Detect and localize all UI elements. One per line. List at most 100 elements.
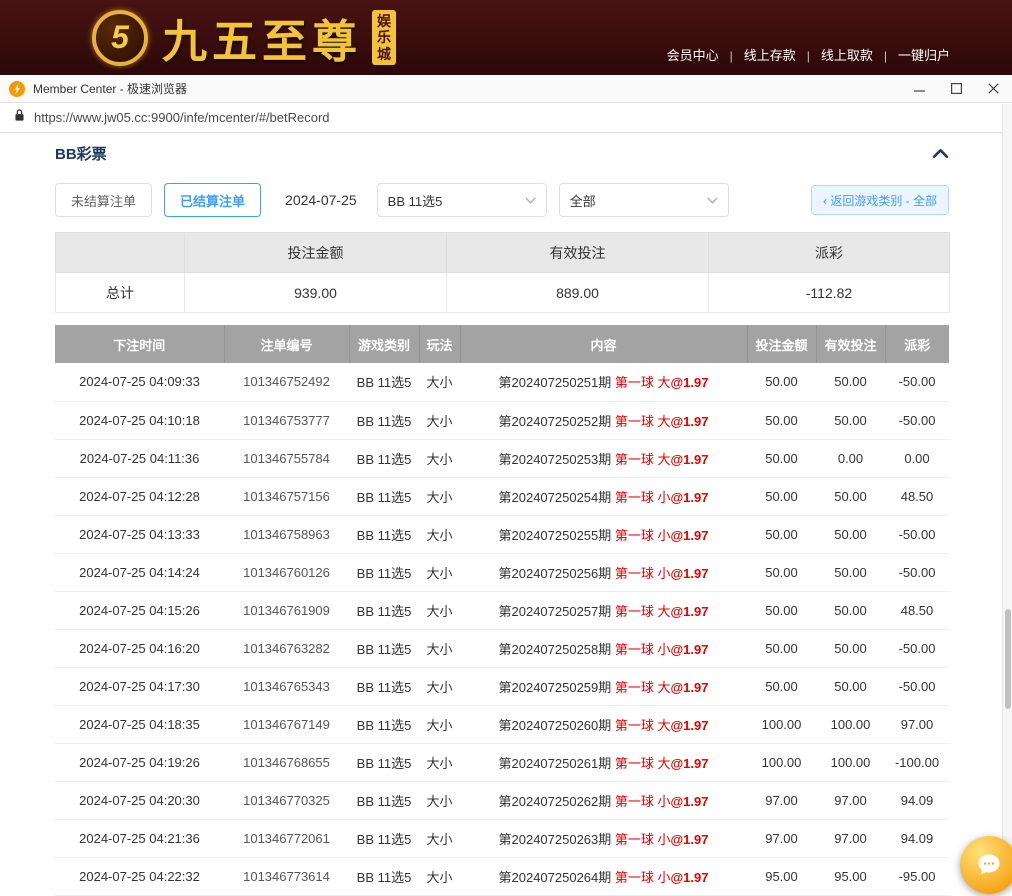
header-game-category: 游戏类别 bbox=[349, 325, 419, 363]
content-cell: 第202407250254期 第一球 小@1.97 bbox=[460, 477, 747, 515]
payout-cell: -50.00 bbox=[885, 667, 949, 705]
period-text: 第202407250262期 bbox=[499, 794, 615, 809]
pick-text: 第一球 大 bbox=[615, 414, 671, 429]
order-id-cell: 101346760126 bbox=[224, 553, 349, 591]
collapse-panel-button[interactable] bbox=[932, 148, 949, 159]
pick-text: 第一球 小 bbox=[615, 870, 671, 885]
window-title: Member Center - 极速浏览器 bbox=[33, 80, 187, 97]
settled-orders-button[interactable]: 已结算注单 bbox=[164, 183, 261, 217]
play-type-cell: 大小 bbox=[419, 819, 460, 857]
bet-amount-cell: 97.00 bbox=[747, 819, 816, 857]
bet-time-cell: 2024-07-25 04:12:28 bbox=[55, 477, 224, 515]
table-row: 2024-07-25 04:16:20101346763282BB 11选5大小… bbox=[55, 629, 949, 667]
scrollbar-thumb[interactable] bbox=[1005, 609, 1011, 709]
payout-cell: -100.00 bbox=[885, 743, 949, 781]
valid-bet-cell: 50.00 bbox=[816, 477, 885, 515]
play-type-cell: 大小 bbox=[419, 439, 460, 477]
pick-text: 第一球 大 bbox=[615, 756, 671, 771]
table-row: 2024-07-25 04:12:28101346757156BB 11选5大小… bbox=[55, 477, 949, 515]
customer-service-chat-button[interactable] bbox=[960, 836, 1012, 894]
pick-text: 第一球 小 bbox=[615, 566, 671, 581]
odds-text: @1.97 bbox=[671, 452, 709, 467]
payout-cell: -95.00 bbox=[885, 857, 949, 895]
summary-header-valid-bet: 有效投注 bbox=[447, 233, 709, 273]
payout-cell: -50.00 bbox=[885, 363, 949, 401]
bet-table-header-row: 下注时间 注单编号 游戏类别 玩法 内容 投注金额 有效投注 派彩 bbox=[55, 325, 949, 363]
play-type-cell: 大小 bbox=[419, 477, 460, 515]
bet-amount-cell: 50.00 bbox=[747, 591, 816, 629]
bet-amount-cell: 50.00 bbox=[747, 629, 816, 667]
play-type-cell: 大小 bbox=[419, 401, 460, 439]
content-cell: 第202407250262期 第一球 小@1.97 bbox=[460, 781, 747, 819]
game-category-cell: BB 11选5 bbox=[349, 515, 419, 553]
payout-cell: -50.00 bbox=[885, 629, 949, 667]
summary-valid-bet: 889.00 bbox=[447, 273, 709, 313]
site-logo[interactable]: 5 九五至尊 娱乐城 bbox=[92, 5, 396, 70]
game-category-cell: BB 11选5 bbox=[349, 743, 419, 781]
summary-table: 投注金额 有效投注 派彩 总计 939.00 889.00 -112.82 bbox=[55, 232, 950, 313]
game-category-cell: BB 11选5 bbox=[349, 705, 419, 743]
site-banner: 5 九五至尊 娱乐城 会员中心 线上存款 线上取款 一键归户 bbox=[0, 0, 1012, 75]
table-row: 2024-07-25 04:14:24101346760126BB 11选5大小… bbox=[55, 553, 949, 591]
app-window: 5 九五至尊 娱乐城 会员中心 线上存款 线上取款 一键归户 Member Ce… bbox=[0, 0, 1012, 896]
content-cell: 第202407250258期 第一球 小@1.97 bbox=[460, 629, 747, 667]
summary-total-label: 总计 bbox=[56, 273, 185, 313]
payout-cell: -50.00 bbox=[885, 553, 949, 591]
coin-number: 5 bbox=[111, 19, 129, 56]
maximize-button[interactable] bbox=[938, 75, 975, 102]
valid-bet-cell: 50.00 bbox=[816, 363, 885, 401]
play-type-cell: 大小 bbox=[419, 553, 460, 591]
content-cell: 第202407250260期 第一球 大@1.97 bbox=[460, 705, 747, 743]
pick-text: 第一球 大 bbox=[615, 452, 671, 467]
period-text: 第202407250252期 bbox=[499, 414, 615, 429]
pick-text: 第一球 大 bbox=[615, 718, 671, 733]
odds-text: @1.97 bbox=[671, 528, 709, 543]
odds-text: @1.97 bbox=[671, 566, 709, 581]
nav-member-center[interactable]: 会员中心 bbox=[667, 45, 719, 64]
close-button[interactable] bbox=[975, 75, 1012, 102]
nav-withdraw[interactable]: 线上取款 bbox=[796, 45, 873, 64]
period-text: 第202407250261期 bbox=[499, 756, 615, 771]
pick-text: 第一球 小 bbox=[615, 642, 671, 657]
game-category-cell: BB 11选5 bbox=[349, 781, 419, 819]
date-label[interactable]: 2024-07-25 bbox=[285, 192, 357, 208]
odds-text: @1.97 bbox=[671, 490, 709, 505]
bet-records-table: 下注时间 注单编号 游戏类别 玩法 内容 投注金额 有效投注 派彩 2024-0… bbox=[55, 325, 949, 896]
summary-header-payout: 派彩 bbox=[709, 233, 950, 273]
valid-bet-cell: 50.00 bbox=[816, 591, 885, 629]
caret-down-icon bbox=[525, 197, 536, 204]
game-category-cell: BB 11选5 bbox=[349, 439, 419, 477]
order-id-cell: 101346752492 bbox=[224, 363, 349, 401]
caret-down-icon bbox=[707, 197, 718, 204]
minimize-button[interactable] bbox=[901, 75, 938, 102]
bet-time-cell: 2024-07-25 04:14:24 bbox=[55, 553, 224, 591]
nav-one-key-transfer[interactable]: 一键归户 bbox=[873, 45, 950, 64]
address-bar[interactable]: https://www.jw05.cc:9900/infe/mcenter/#/… bbox=[0, 103, 1012, 133]
valid-bet-cell: 50.00 bbox=[816, 401, 885, 439]
period-text: 第202407250253期 bbox=[499, 452, 615, 467]
page-title: BB彩票 bbox=[55, 143, 107, 164]
banner-nav: 会员中心 线上存款 线上取款 一键归户 bbox=[667, 45, 950, 64]
header-bet-amount: 投注金额 bbox=[747, 325, 816, 363]
nav-deposit[interactable]: 线上存款 bbox=[719, 45, 796, 64]
vertical-scrollbar[interactable] bbox=[1002, 104, 1012, 880]
browser-app-icon bbox=[9, 81, 25, 97]
order-id-cell: 101346770325 bbox=[224, 781, 349, 819]
play-type-cell: 大小 bbox=[419, 781, 460, 819]
pick-text: 第一球 大 bbox=[615, 680, 671, 695]
bet-table-body: 2024-07-25 04:09:33101346752492BB 11选5大小… bbox=[55, 363, 949, 895]
game-category-cell: BB 11选5 bbox=[349, 819, 419, 857]
scope-select[interactable]: 全部 bbox=[559, 183, 729, 217]
bet-amount-cell: 95.00 bbox=[747, 857, 816, 895]
bet-time-cell: 2024-07-25 04:20:30 bbox=[55, 781, 224, 819]
game-category-cell: BB 11选5 bbox=[349, 363, 419, 401]
valid-bet-cell: 95.00 bbox=[816, 857, 885, 895]
play-type-cell: 大小 bbox=[419, 363, 460, 401]
game-category-cell: BB 11选5 bbox=[349, 629, 419, 667]
valid-bet-cell: 50.00 bbox=[816, 667, 885, 705]
period-text: 第202407250254期 bbox=[499, 490, 615, 505]
game-select[interactable]: BB 11选5 bbox=[377, 183, 547, 217]
unsettled-orders-button[interactable]: 未结算注单 bbox=[55, 183, 152, 217]
game-category-cell: BB 11选5 bbox=[349, 667, 419, 705]
back-to-game-category-button[interactable]: ‹ 返回游戏类别 - 全部 bbox=[811, 185, 949, 215]
